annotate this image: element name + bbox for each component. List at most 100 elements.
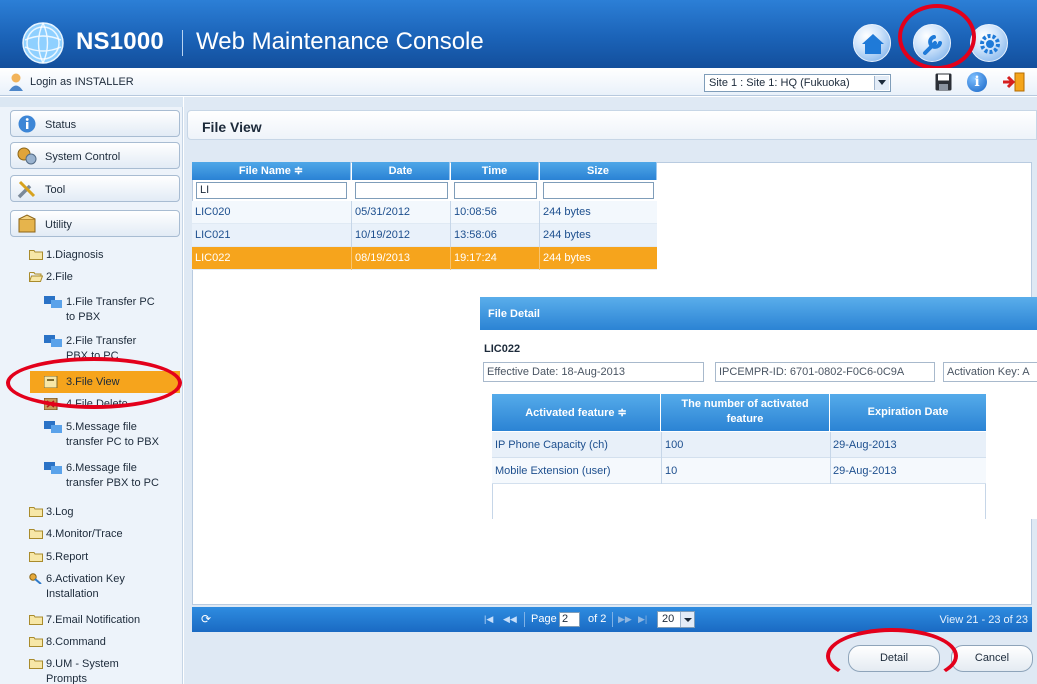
cell-feature: IP Phone Capacity (ch) xyxy=(495,439,608,451)
page-title-bar: File View xyxy=(187,110,1037,140)
tree-label: 4.Monitor/Trace xyxy=(46,528,123,540)
previous-page-icon[interactable]: ◀◀ xyxy=(503,614,517,625)
effective-date-field: Effective Date: 18-Aug-2013 xyxy=(483,362,704,382)
chevron-down-icon[interactable] xyxy=(874,76,889,90)
filter-file-name-input[interactable]: LI xyxy=(196,182,347,199)
folder-icon xyxy=(29,552,43,562)
title-separator xyxy=(182,30,183,56)
activation-key-field: Activation Key: A xyxy=(943,362,1037,382)
view-range-text: View 21 - 23 of 23 xyxy=(939,614,1028,626)
cell-size: 244 bytes xyxy=(543,206,591,218)
page-title: File View xyxy=(202,119,262,135)
tree-label: 1.File Transfer PC to PBX xyxy=(66,296,155,323)
cell-count: 10 xyxy=(665,465,678,477)
sidebar-section-status[interactable]: Status xyxy=(10,110,180,137)
settings-gear-icon[interactable] xyxy=(970,24,1008,62)
table-row-selected[interactable]: LIC022 08/19/2013 19:17:24 244 bytes xyxy=(192,247,657,270)
tree-label: 7.Email Notification xyxy=(46,614,141,626)
tree-label: 9.UM - System Prompts xyxy=(46,658,119,684)
first-page-icon[interactable]: |◀ xyxy=(484,614,493,625)
cell-time: 13:58:06 xyxy=(454,229,497,241)
cell-size: 244 bytes xyxy=(543,252,591,264)
status-icon xyxy=(18,115,36,133)
filter-date-input[interactable] xyxy=(355,182,448,199)
cell-file-name: LIC022 xyxy=(195,252,231,264)
user-icon xyxy=(9,73,23,91)
tree-label: 3.Log xyxy=(46,506,74,518)
file-detail-title: File Detail xyxy=(488,308,540,320)
tree-label: 6.Activation Key Installation xyxy=(46,573,125,600)
column-header-date[interactable]: Date xyxy=(352,162,450,180)
cancel-button[interactable]: Cancel xyxy=(951,645,1033,672)
cell-expiration: 29-Aug-2013 xyxy=(833,465,897,477)
logout-icon[interactable] xyxy=(1002,72,1026,92)
cell-date: 08/19/2013 xyxy=(355,252,411,264)
table-row[interactable]: LIC020 05/31/2012 10:08:56 244 bytes xyxy=(192,201,657,224)
next-page-icon[interactable]: ▶▶ xyxy=(618,614,632,625)
sidebar-section-label: Tool xyxy=(45,184,66,196)
cell-file-name: LIC020 xyxy=(195,206,231,218)
folder-icon xyxy=(29,615,43,625)
sidebar-section-label: System Control xyxy=(45,151,121,163)
page-size-value: 20 xyxy=(662,613,675,625)
annotation-circle-tool xyxy=(898,4,976,70)
refresh-icon[interactable]: ⟳ xyxy=(201,612,211,626)
last-page-icon[interactable]: ▶| xyxy=(638,614,647,625)
cell-time: 10:08:56 xyxy=(454,206,497,218)
tree-label: 6.Message file transfer PBX to PC xyxy=(66,462,159,489)
folder-icon xyxy=(29,250,43,260)
chevron-down-icon[interactable] xyxy=(680,612,694,627)
sidebar-section-system-control[interactable]: System Control xyxy=(10,142,180,169)
annotation-circle-detail xyxy=(826,628,958,684)
page-count-label: of 2 xyxy=(588,613,607,625)
cell-size: 244 bytes xyxy=(543,229,591,241)
column-header-file-name[interactable]: File Name ≑ xyxy=(192,162,351,180)
page-size-select[interactable]: 20 xyxy=(657,611,695,628)
column-header-number-activated[interactable]: The number of activated feature xyxy=(661,394,829,431)
save-icon[interactable] xyxy=(935,73,952,91)
utility-icon xyxy=(18,214,36,233)
folder-icon xyxy=(29,659,43,669)
column-header-activated-feature[interactable]: Activated feature ≑ xyxy=(492,394,660,431)
tree-label: 5.Message file transfer PC to PBX xyxy=(66,421,159,448)
home-icon[interactable] xyxy=(853,24,891,62)
folder-icon xyxy=(29,637,43,647)
sidebar-section-utility[interactable]: Utility xyxy=(10,210,180,237)
table-row[interactable]: LIC021 10/19/2012 13:58:06 244 bytes xyxy=(192,224,657,247)
login-status: Login as INSTALLER xyxy=(30,76,134,88)
sidebar-section-label: Utility xyxy=(45,219,72,231)
page-label: Page xyxy=(531,613,557,625)
tree-label: 8.Command xyxy=(46,636,106,648)
folder-icon xyxy=(29,507,43,517)
site-select[interactable]: Site 1 : Site 1: HQ (Fukuoka) xyxy=(704,74,891,92)
tree-label: 5.Report xyxy=(46,551,89,563)
sidebar-section-tool[interactable]: Tool xyxy=(10,175,180,202)
system-control-icon xyxy=(17,147,37,165)
cell-expiration: 29-Aug-2013 xyxy=(833,439,897,451)
tool-icon xyxy=(17,180,36,199)
cell-file-name: LIC021 xyxy=(195,229,231,241)
key-icon xyxy=(29,573,42,584)
site-select-value: Site 1 : Site 1: HQ (Fukuoka) xyxy=(709,77,850,89)
filter-size-input[interactable] xyxy=(543,182,654,199)
app-header: NS1000 Web Maintenance Console xyxy=(0,0,1037,68)
cell-date: 10/19/2012 xyxy=(355,229,411,241)
table-row[interactable]: IP Phone Capacity (ch) 100 29-Aug-2013 xyxy=(492,432,986,458)
login-bar: Login as INSTALLER Site 1 : Site 1: HQ (… xyxy=(0,68,1037,96)
file-detail-name: LIC022 xyxy=(484,343,521,355)
ipcempr-id-field: IPCEMPR-ID: 6701-0802-F0C6-0C9A xyxy=(715,362,935,382)
page-number-input[interactable]: 2 xyxy=(559,612,580,627)
folder-open-icon xyxy=(29,272,43,282)
column-header-expiration-date[interactable]: Expiration Date xyxy=(830,394,986,431)
table-row[interactable]: Mobile Extension (user) 10 29-Aug-2013 xyxy=(492,458,986,484)
filter-time-input[interactable] xyxy=(454,182,537,199)
column-header-size[interactable]: Size xyxy=(540,162,657,180)
cell-count: 100 xyxy=(665,439,684,451)
column-header-time[interactable]: Time xyxy=(451,162,539,180)
globe-logo-icon xyxy=(22,22,64,64)
file-transfer-icon xyxy=(44,462,62,474)
annotation-circle-file-view xyxy=(6,357,182,409)
cell-time: 19:17:24 xyxy=(454,252,497,264)
info-icon[interactable]: i xyxy=(967,72,987,92)
folder-icon xyxy=(29,529,43,539)
